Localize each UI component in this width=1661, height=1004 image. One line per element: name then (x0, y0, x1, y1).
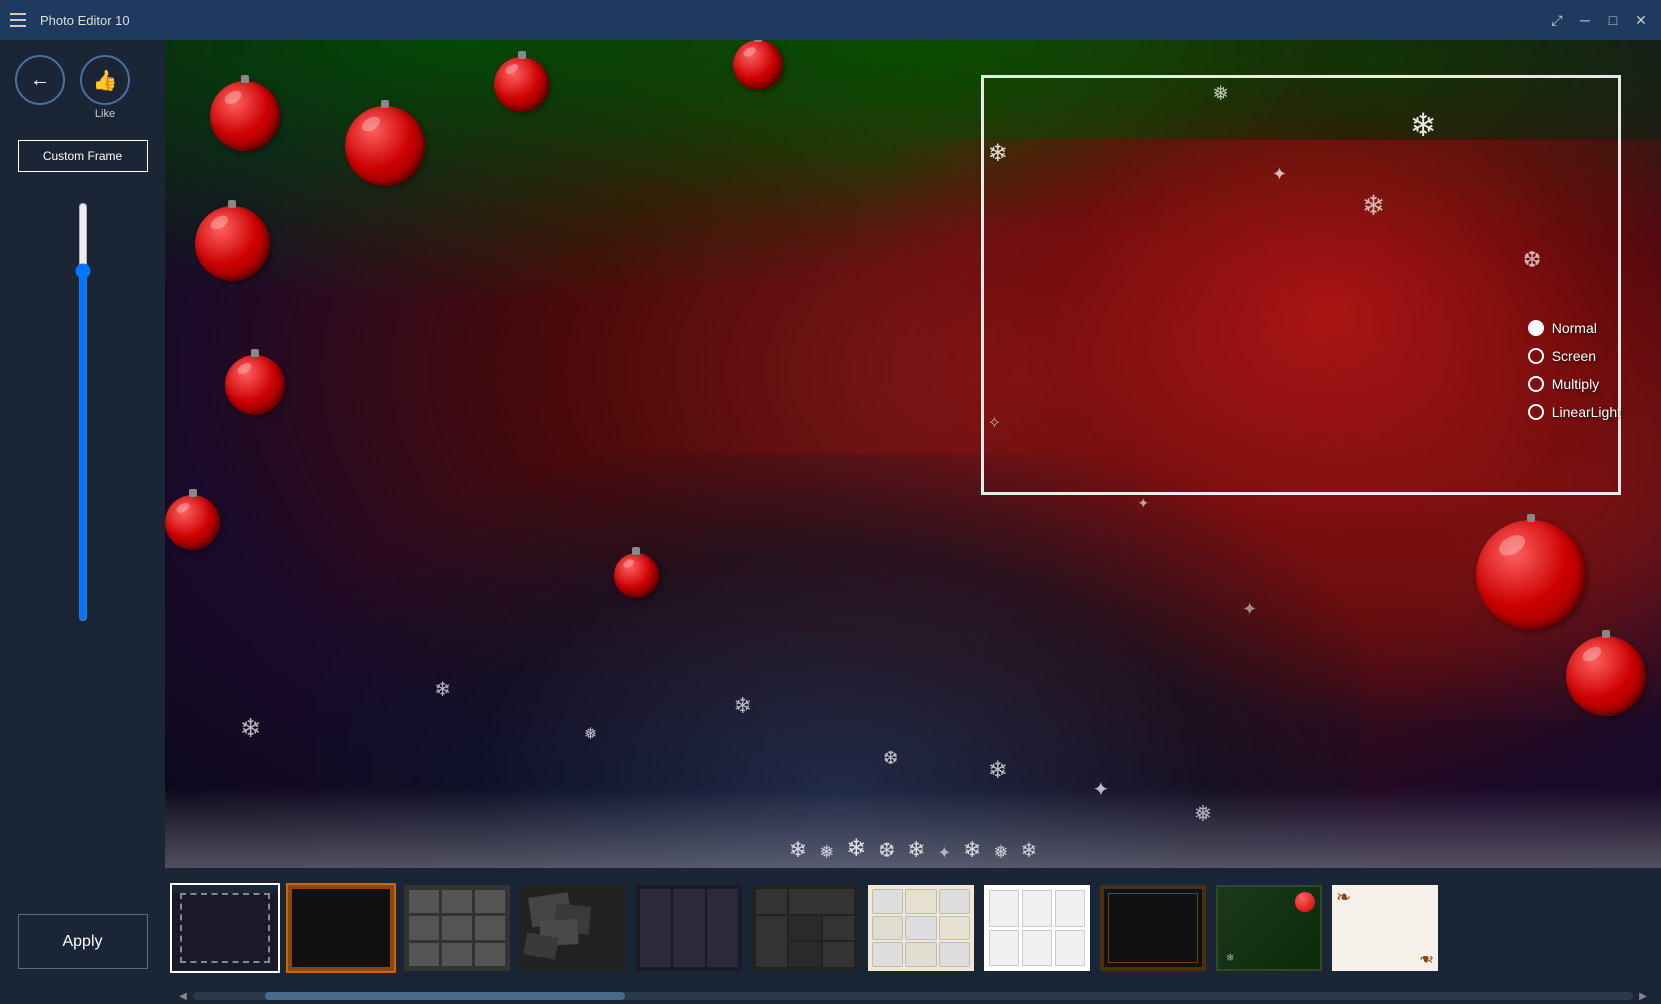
sidebar-top-row: ← 👍 Like (10, 55, 155, 120)
blend-radio-linearlight[interactable] (1528, 404, 1544, 420)
like-button[interactable]: 👍 (80, 55, 130, 105)
thumb-grid-3x3[interactable] (402, 883, 512, 973)
canvas-area: ❄ ❅ ❄ ❆ ❄ ✦ ❄ ❅ ❄ ❆ ❄ ✦ ❄ ❅ ✧ ✦ ✦ (165, 40, 1661, 868)
blend-radio-normal[interactable] (1528, 320, 1544, 336)
menu-icon[interactable] (10, 10, 30, 30)
blend-option-multiply[interactable]: Multiply (1528, 376, 1621, 392)
thumb-inner-11: ❧ ❧ (1332, 885, 1438, 971)
thumb-puzzle[interactable] (866, 883, 976, 973)
like-container: 👍 Like (80, 55, 130, 120)
thumb-christmas[interactable]: ❄ (1214, 883, 1324, 973)
minimize-button[interactable]: ─ (1575, 10, 1595, 30)
ornament-8 (614, 553, 659, 598)
back-button[interactable]: ← (15, 55, 65, 105)
maximize-button[interactable]: □ (1603, 10, 1623, 30)
thumbs-up-icon: 👍 (93, 68, 118, 93)
app-title: Photo Editor 10 (40, 13, 1537, 28)
ornament-9 (1476, 520, 1586, 630)
thumb-inner-7 (868, 885, 974, 971)
expand-button[interactable]: ⤢ (1547, 10, 1567, 30)
blend-mode-options: Normal Screen Multiply LinearLight (1528, 320, 1621, 420)
app-body: ← 👍 Like Custom Frame Apply (0, 40, 1661, 1004)
thumb-inner-3 (404, 885, 510, 971)
blend-option-linearlight[interactable]: LinearLight (1528, 404, 1621, 420)
thumb-scroll-area: ❄ ❧ ❧ (170, 883, 1656, 973)
thumb-inner-6 (752, 885, 858, 971)
blend-label-screen: Screen (1552, 348, 1596, 364)
scroll-thumb[interactable] (265, 992, 625, 1000)
blend-label-linearlight: LinearLight (1552, 404, 1621, 420)
blend-label-normal: Normal (1552, 320, 1597, 336)
thumb-scatter[interactable] (518, 883, 628, 973)
thumb-corner-frame[interactable]: ❧ ❧ (1330, 883, 1440, 973)
titlebar: Photo Editor 10 ⤢ ─ □ ✕ (0, 0, 1661, 40)
scroll-left-arrow[interactable]: ◀ (173, 988, 193, 1004)
opacity-slider[interactable] (77, 202, 89, 622)
ornament-5 (195, 206, 270, 281)
blend-option-normal[interactable]: Normal (1528, 320, 1621, 336)
scroll-track[interactable] (193, 992, 1633, 1000)
apply-button[interactable]: Apply (18, 914, 148, 969)
ornament-6 (225, 355, 285, 415)
back-icon: ← (30, 69, 50, 92)
thumb-inner-9 (1100, 885, 1206, 971)
thumb-inner-8 (984, 885, 1090, 971)
thumb-irregular-grid[interactable] (750, 883, 860, 973)
thumb-inner-5 (636, 885, 742, 971)
thumb-inner-4 (520, 885, 626, 971)
thumb-inner-10: ❄ (1216, 885, 1322, 971)
thumb-inner-1 (172, 893, 278, 973)
dots-border-inner (180, 893, 270, 963)
ornament-10 (1566, 636, 1646, 716)
thumb-dots-border[interactable] (170, 883, 280, 973)
ornament-1 (210, 81, 280, 151)
custom-frame-button[interactable]: Custom Frame (18, 140, 148, 172)
thumb-ornate-frame[interactable] (1098, 883, 1208, 973)
opacity-slider-container (77, 202, 89, 622)
scroll-right-arrow[interactable]: ▶ (1633, 988, 1653, 1004)
scrollbar: ◀ ▶ (165, 988, 1661, 1004)
blend-label-multiply: Multiply (1552, 376, 1599, 392)
ornament-2 (494, 57, 549, 112)
blend-option-screen[interactable]: Screen (1528, 348, 1621, 364)
thumb-inner-2 (288, 885, 394, 971)
blend-radio-screen[interactable] (1528, 348, 1544, 364)
bottom-snow-strip: ❄ ❅ ❄ ❆ ❄ ✦ ❄ ❅ ❄ (165, 788, 1661, 868)
sidebar: ← 👍 Like Custom Frame Apply (0, 40, 165, 1004)
blend-radio-multiply[interactable] (1528, 376, 1544, 392)
like-label: Like (95, 108, 115, 120)
thumb-white-grid[interactable] (982, 883, 1092, 973)
close-button[interactable]: ✕ (1631, 10, 1651, 30)
thumb-wood-frame[interactable] (286, 883, 396, 973)
thumb-strip-dark[interactable] (634, 883, 744, 973)
thumbnails-strip: ❄ ❧ ❧ (165, 868, 1661, 988)
ornament-4 (345, 106, 425, 186)
main-content: ❄ ❅ ❄ ❆ ❄ ✦ ❄ ❅ ❄ ❆ ❄ ✦ ❄ ❅ ✧ ✦ ✦ (165, 40, 1661, 1004)
window-controls: ⤢ ─ □ ✕ (1547, 10, 1651, 30)
